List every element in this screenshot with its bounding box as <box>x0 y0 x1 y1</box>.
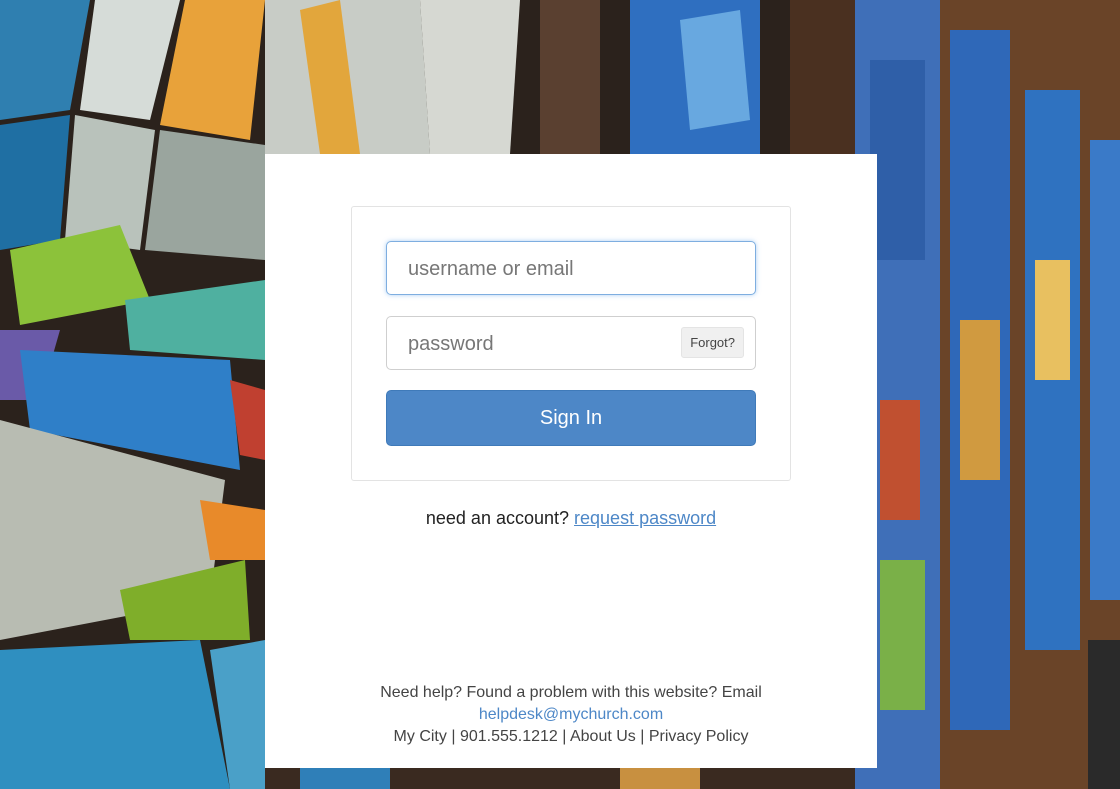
privacy-policy-link[interactable]: Privacy Policy <box>649 728 749 745</box>
helpdesk-email-link[interactable]: helpdesk@mychurch.com <box>479 706 663 723</box>
password-input[interactable] <box>406 317 670 371</box>
username-field-wrapper <box>386 241 756 296</box>
footer-city: My City <box>393 728 447 745</box>
footer: Need help? Found a problem with this web… <box>265 682 877 748</box>
about-us-link[interactable]: About Us <box>570 728 636 745</box>
need-account-line: need an account? request password <box>265 508 877 529</box>
request-password-link[interactable]: request password <box>574 508 716 528</box>
forgot-password-button[interactable]: Forgot? <box>681 327 744 358</box>
username-input[interactable] <box>406 242 670 296</box>
login-card: Forgot? Sign In need an account? request… <box>265 154 877 768</box>
need-account-text: need an account? <box>425 508 570 528</box>
help-text: Need help? Found a problem with this web… <box>380 684 762 701</box>
sign-in-button[interactable]: Sign In <box>386 390 756 446</box>
footer-links: My City | 901.555.1212 | About Us | Priv… <box>393 728 749 745</box>
login-form-panel: Forgot? Sign In <box>351 206 791 481</box>
footer-phone: 901.555.1212 <box>459 728 558 745</box>
password-field-wrapper: Forgot? <box>386 316 756 371</box>
